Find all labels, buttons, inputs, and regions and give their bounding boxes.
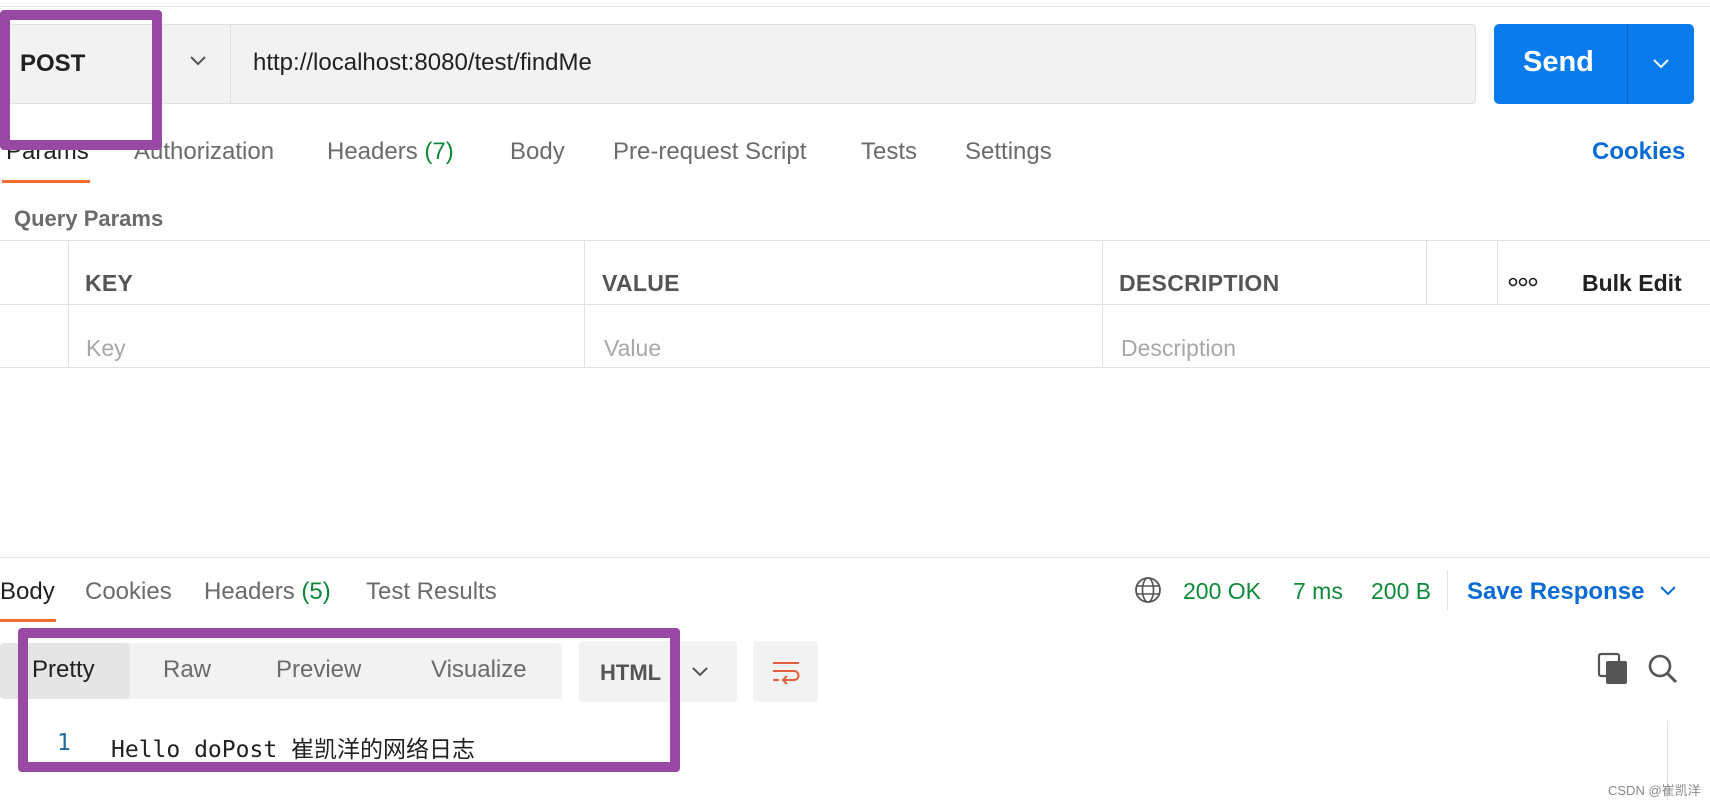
response-active-tab-underline xyxy=(0,619,56,622)
column-header-description: DESCRIPTION xyxy=(1119,270,1280,296)
globe-icon[interactable] xyxy=(1134,576,1162,604)
tab-body[interactable]: Body xyxy=(510,138,565,166)
search-icon[interactable] xyxy=(1647,653,1679,685)
save-response-button[interactable]: Save Response xyxy=(1467,578,1644,606)
chevron-down-icon[interactable] xyxy=(188,54,208,68)
send-button-label: Send xyxy=(1523,46,1594,78)
tab-headers-count: (7) xyxy=(424,138,454,165)
response-tab-headers-label: Headers xyxy=(204,578,295,605)
tab-headers-label: Headers xyxy=(327,138,418,165)
table-border-bottom xyxy=(0,367,1710,368)
status-divider xyxy=(1447,570,1448,610)
table-col-divider xyxy=(68,240,69,367)
table-header-divider xyxy=(0,304,1710,305)
annotation-highlight-response xyxy=(18,628,680,772)
description-input[interactable]: Description xyxy=(1121,335,1236,362)
value-input[interactable]: Value xyxy=(604,335,661,362)
table-col-divider xyxy=(1426,240,1427,304)
cookies-link[interactable]: Cookies xyxy=(1592,138,1685,166)
column-header-value: VALUE xyxy=(602,270,680,296)
response-time: 7 ms xyxy=(1293,578,1343,604)
response-tab-test-results[interactable]: Test Results xyxy=(366,578,497,606)
bulk-edit-button[interactable]: Bulk Edit xyxy=(1582,270,1682,297)
query-params-title: Query Params xyxy=(14,206,164,231)
tab-headers[interactable]: Headers (7) xyxy=(327,138,454,166)
status-code: 200 OK xyxy=(1183,578,1261,604)
response-tab-headers-count: (5) xyxy=(301,578,331,605)
tab-tests[interactable]: Tests xyxy=(861,138,917,166)
response-tab-body[interactable]: Body xyxy=(0,578,55,606)
table-border-top xyxy=(0,240,1710,241)
tab-settings[interactable]: Settings xyxy=(965,138,1052,166)
table-col-divider xyxy=(584,240,585,367)
tab-pre-request-script[interactable]: Pre-request Script xyxy=(613,138,806,166)
wrap-lines-icon xyxy=(773,662,800,685)
response-size: 200 B xyxy=(1371,578,1432,604)
copy-icon[interactable] xyxy=(1597,652,1629,686)
response-divider xyxy=(0,557,1710,558)
more-options-icon[interactable] xyxy=(1508,276,1538,288)
table-col-divider xyxy=(1102,240,1103,367)
send-divider xyxy=(1627,24,1628,104)
watermark: CSDN @崔凯洋 xyxy=(1608,783,1701,798)
url-text: http://localhost:8080/test/findMe xyxy=(253,49,592,76)
annotation-highlight-method xyxy=(0,10,162,150)
active-tab-underline xyxy=(2,180,90,183)
chevron-down-icon[interactable] xyxy=(1658,584,1678,598)
key-input[interactable]: Key xyxy=(86,335,126,362)
chevron-down-icon xyxy=(692,667,708,677)
response-tab-cookies[interactable]: Cookies xyxy=(85,578,172,606)
table-col-divider xyxy=(1497,240,1498,304)
response-tab-headers[interactable]: Headers (5) xyxy=(204,578,331,606)
send-options-chevron-icon[interactable] xyxy=(1651,57,1671,71)
column-header-key: KEY xyxy=(85,270,134,296)
top-divider xyxy=(0,6,1710,7)
